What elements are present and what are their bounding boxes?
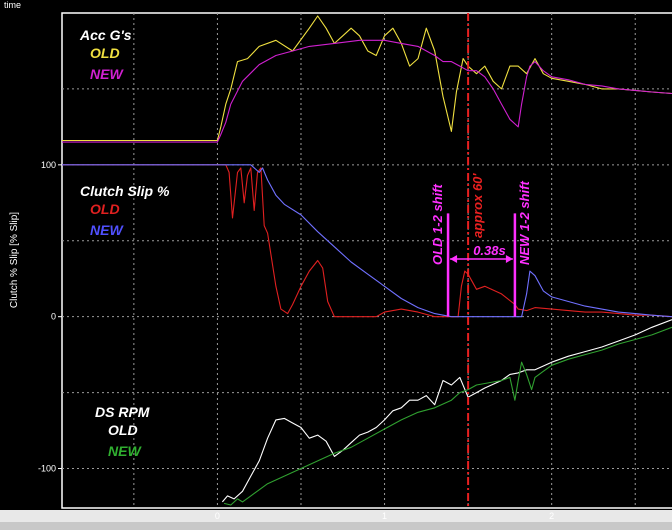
series-acc_new — [62, 39, 672, 143]
series-acc_old — [62, 15, 672, 142]
interval-arrowhead-right — [505, 254, 513, 263]
interval-arrowhead-left — [450, 254, 458, 263]
legend-item: OLD — [108, 422, 138, 438]
new-shift-label: NEW 1-2 shift — [517, 181, 532, 265]
legend-item: NEW — [90, 66, 124, 82]
x-tick-label: 0 — [215, 511, 220, 521]
legend-item: OLD — [90, 45, 120, 61]
old-shift-label: OLD 1-2 shift — [430, 183, 445, 265]
y-tick-label: 100 — [41, 160, 56, 170]
telemetry-chart: time Clutch % Slip [% Slip] 100 0 -100 0 1 2 app… — [0, 0, 672, 530]
scrollbar-track — [0, 522, 672, 530]
legend-item: NEW — [90, 222, 124, 238]
chart-svg: time Clutch % Slip [% Slip] 100 0 -100 0 1 2 app… — [0, 0, 672, 530]
legend-item: NEW — [108, 443, 142, 459]
series-rpm_old — [221, 319, 672, 503]
corner-label: time — [4, 0, 21, 10]
legend-title: Acc G's — [79, 27, 132, 43]
approx-60-label: approx 60' — [470, 173, 485, 238]
y-tick-label: 0 — [51, 312, 56, 322]
legend-title: DS RPM — [95, 404, 150, 420]
x-tick-label: 2 — [549, 511, 554, 521]
x-tick-label: 1 — [382, 511, 387, 521]
interval-label: 0.38s — [473, 243, 506, 258]
y-tick-label: -100 — [38, 464, 56, 474]
legend-item: OLD — [90, 201, 120, 217]
plot-frame — [61, 12, 672, 509]
legend-title: Clutch Slip % — [80, 183, 170, 199]
series-rpm_new — [223, 326, 672, 506]
y-axis-label: Clutch % Slip [% Slip] — [9, 212, 20, 308]
